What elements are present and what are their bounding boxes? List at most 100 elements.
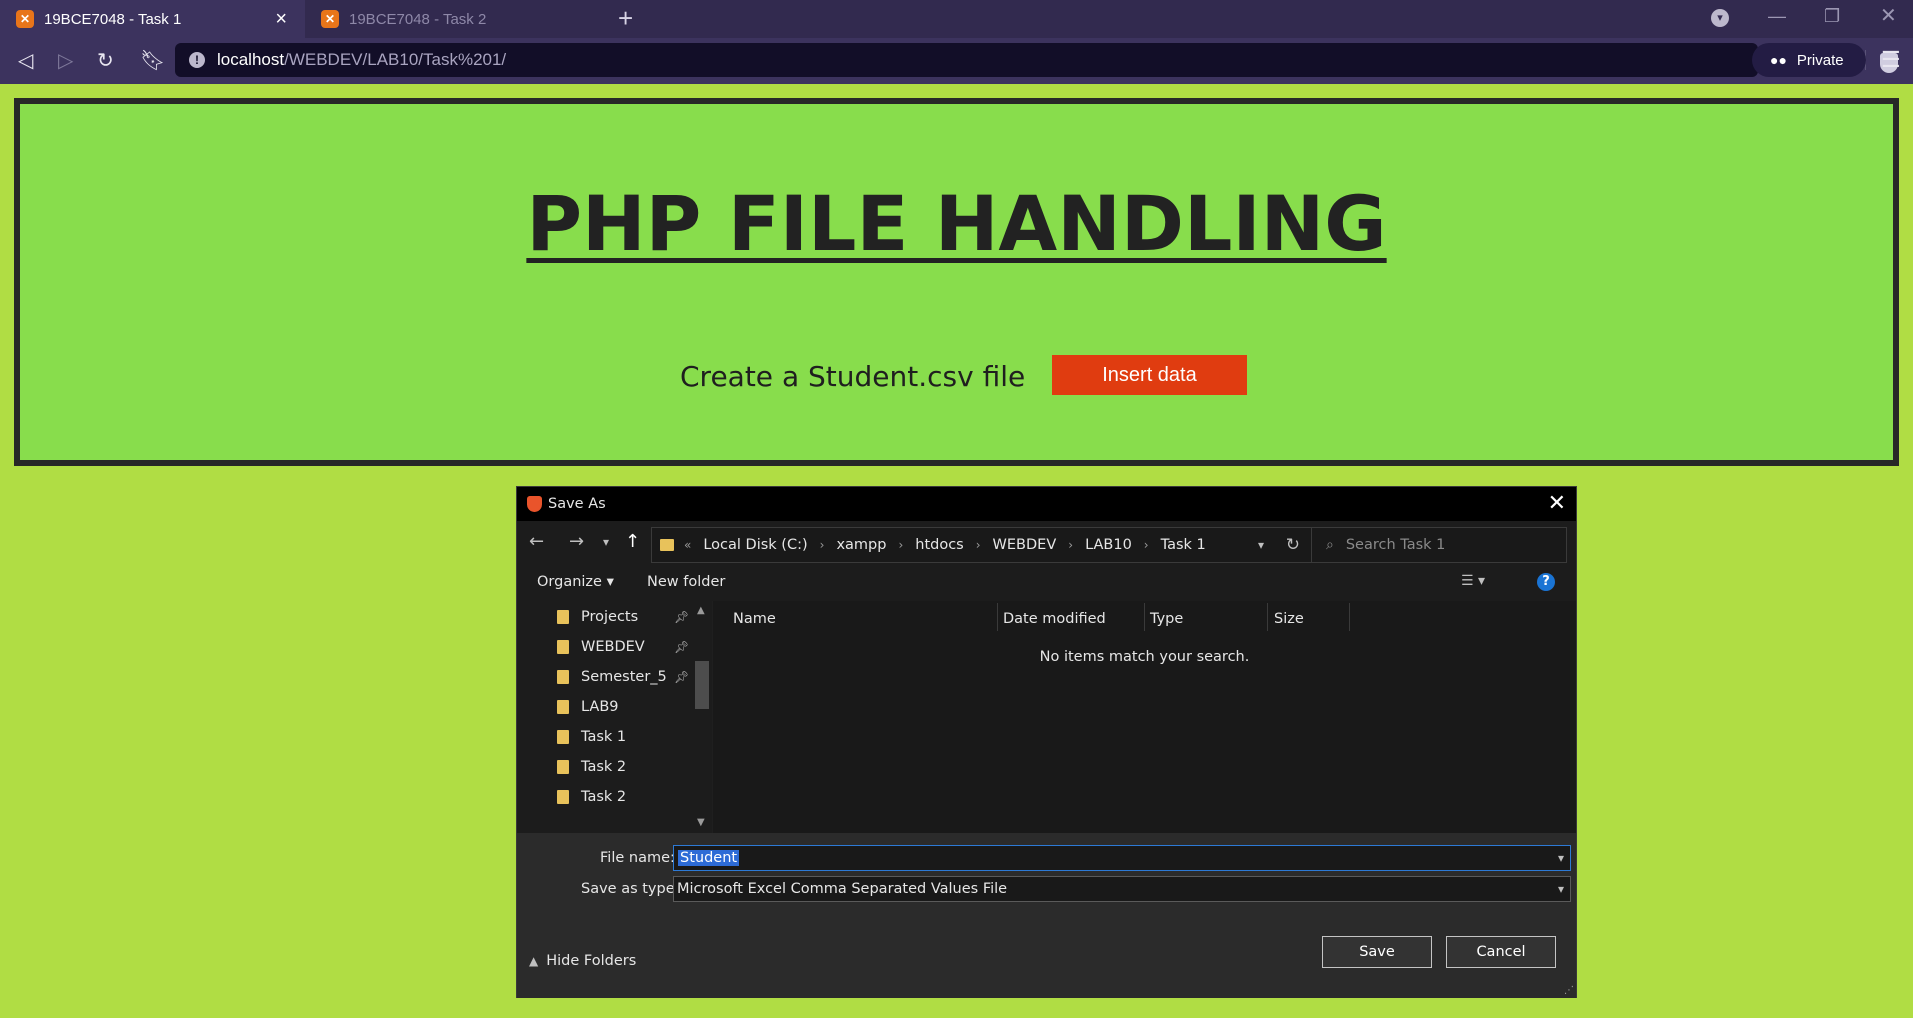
- window-close-icon[interactable]: ✕: [1880, 3, 1897, 28]
- empty-message: No items match your search.: [1039, 649, 1250, 665]
- folder-icon: [557, 760, 569, 774]
- new-folder-button[interactable]: New folder: [647, 574, 725, 590]
- folder-icon: [557, 640, 569, 654]
- page-heading: PHP FILE HANDLING: [526, 179, 1387, 268]
- save-type-label: Save as type:: [581, 881, 680, 897]
- navigation-bar: ◁ ▷ ↻ 🔖︎ ! localhost /WEBDEV/LAB10/Task%…: [0, 38, 1913, 84]
- file-list: Name Date modified Type Size No items ma…: [713, 601, 1576, 833]
- chevron-down-icon[interactable]: ▾: [1558, 882, 1564, 896]
- forward-icon[interactable]: ▷: [58, 48, 73, 73]
- sidebar-item-webdev[interactable]: WEBDEV 📌︎: [557, 635, 689, 659]
- column-type[interactable]: Type: [1150, 611, 1183, 627]
- tab-title: 19BCE7048 - Task 2: [349, 10, 487, 28]
- sidebar-scrollbar[interactable]: ▲ ▼: [692, 601, 712, 833]
- url-host: localhost: [217, 50, 285, 69]
- overflow-chevron[interactable]: «: [684, 538, 691, 552]
- save-type-value: Microsoft Excel Comma Separated Values F…: [677, 881, 1008, 897]
- save-button[interactable]: Save: [1322, 936, 1432, 968]
- bookmark-icon[interactable]: 🔖︎: [140, 48, 165, 73]
- forward-arrow-icon[interactable]: →: [569, 531, 584, 552]
- address-bar[interactable]: ! localhost /WEBDEV/LAB10/Task%201/: [175, 43, 1898, 77]
- close-tab-icon[interactable]: ×: [275, 8, 287, 31]
- search-input[interactable]: ⌕ Search Task 1: [1311, 527, 1567, 563]
- refresh-icon[interactable]: ↻: [1286, 535, 1300, 555]
- crumb-task1[interactable]: Task 1: [1161, 537, 1206, 553]
- crumb-webdev[interactable]: WEBDEV: [993, 537, 1057, 553]
- sidebar-item-label: Task 1: [581, 729, 627, 745]
- column-name[interactable]: Name: [733, 611, 776, 627]
- sidebar-item-projects[interactable]: Projects 📌︎: [557, 605, 689, 629]
- back-arrow-icon[interactable]: ←: [529, 531, 544, 552]
- info-icon[interactable]: !: [189, 52, 205, 68]
- private-badge[interactable]: ●● Private: [1752, 43, 1866, 77]
- folder-icon: [557, 610, 569, 624]
- column-divider[interactable]: [1267, 603, 1268, 631]
- xampp-icon: ✕: [16, 10, 34, 28]
- resize-grip-icon[interactable]: ⋰: [1564, 985, 1574, 996]
- chevron-right-icon: ›: [1068, 538, 1074, 552]
- hero-panel: PHP FILE HANDLING Create a Student.csv f…: [14, 98, 1899, 466]
- view-options-icon[interactable]: ☰ ▾: [1461, 573, 1485, 589]
- organize-button[interactable]: Organize ▾: [537, 574, 614, 590]
- sidebar-item-label: Task 2: [581, 789, 627, 805]
- sidebar-item-task2[interactable]: Task 2: [557, 785, 626, 809]
- sidebar-item-label: WEBDEV: [581, 639, 645, 655]
- folder-icon: [557, 670, 569, 684]
- crumb-local-disk[interactable]: Local Disk (C:): [703, 537, 807, 553]
- dialog-close-icon[interactable]: ✕: [1548, 491, 1566, 516]
- chevron-right-icon: ›: [975, 538, 981, 552]
- dialog-title-bar: Save As ✕: [517, 487, 1576, 521]
- column-divider[interactable]: [997, 603, 998, 631]
- tab-task1[interactable]: ✕ 19BCE7048 - Task 1 ×: [0, 0, 305, 38]
- pin-icon: 📌︎: [674, 610, 690, 624]
- sidebar-item-lab9[interactable]: LAB9: [557, 695, 619, 719]
- column-size[interactable]: Size: [1274, 611, 1304, 627]
- private-glasses-icon: ●●: [1770, 52, 1787, 68]
- pin-icon: 📌︎: [674, 640, 690, 654]
- column-divider[interactable]: [1349, 603, 1350, 631]
- tab-bar: ✕ 19BCE7048 - Task 1 × ✕ 19BCE7048 - Tas…: [0, 0, 1913, 38]
- dialog-footer: File name: Student ▾ Save as type: Micro…: [517, 833, 1576, 998]
- hide-folders-button[interactable]: ▲ Hide Folders: [529, 953, 636, 969]
- tab-task2[interactable]: ✕ 19BCE7048 - Task 2: [305, 0, 600, 38]
- recent-locations-icon[interactable]: ▾: [603, 535, 609, 549]
- folder-icon: [557, 700, 569, 714]
- crumb-lab10[interactable]: LAB10: [1085, 537, 1132, 553]
- insert-data-button[interactable]: Insert data: [1052, 355, 1247, 395]
- back-icon[interactable]: ◁: [18, 48, 33, 73]
- scroll-down-icon[interactable]: ▼: [697, 817, 705, 828]
- help-icon[interactable]: ?: [1537, 573, 1555, 591]
- minimize-icon[interactable]: —: [1768, 6, 1786, 27]
- dialog-breadcrumb[interactable]: « Local Disk (C:) › xampp › htdocs › WEB…: [651, 527, 1313, 563]
- scroll-up-icon[interactable]: ▲: [697, 605, 705, 616]
- brave-icon: [527, 496, 542, 512]
- chevron-down-icon[interactable]: ▾: [1558, 851, 1564, 865]
- cancel-button[interactable]: Cancel: [1446, 936, 1556, 968]
- search-icon: ⌕: [1326, 537, 1334, 553]
- scrollbar-thumb[interactable]: [695, 661, 709, 709]
- tab-search-icon[interactable]: ▾: [1711, 9, 1729, 27]
- sidebar-item-task2[interactable]: Task 2: [557, 755, 626, 779]
- hamburger-menu-icon[interactable]: ☰: [1881, 47, 1901, 73]
- sidebar-item-task1[interactable]: Task 1: [557, 725, 626, 749]
- command-bar: Organize ▾ New folder ☰ ▾ ?: [517, 565, 1576, 601]
- file-name-field[interactable]: Student ▾: [673, 845, 1571, 871]
- up-arrow-icon[interactable]: ↑: [625, 531, 640, 552]
- sidebar-item-semester5[interactable]: Semester_5 📌︎: [557, 665, 689, 689]
- chevron-down-icon[interactable]: ▾: [1258, 538, 1264, 552]
- column-divider[interactable]: [1144, 603, 1145, 631]
- crumb-xampp[interactable]: xampp: [836, 537, 886, 553]
- pin-icon: 📌︎: [674, 670, 690, 684]
- reload-icon[interactable]: ↻: [97, 48, 114, 73]
- save-as-dialog: Save As ✕ ← → ▾ ↑ « Local Disk (C:) › xa…: [516, 486, 1577, 998]
- sidebar-item-label: Semester_5: [581, 669, 667, 685]
- crumb-htdocs[interactable]: htdocs: [915, 537, 963, 553]
- file-name-value: Student: [678, 850, 740, 866]
- column-date-modified[interactable]: Date modified: [1003, 611, 1106, 627]
- restore-icon[interactable]: ❐: [1824, 6, 1840, 27]
- folder-icon: [660, 539, 674, 551]
- save-type-select[interactable]: Microsoft Excel Comma Separated Values F…: [673, 876, 1571, 902]
- plus-icon[interactable]: +: [618, 3, 633, 34]
- file-name-label: File name:: [600, 850, 675, 866]
- folder-icon: [557, 790, 569, 804]
